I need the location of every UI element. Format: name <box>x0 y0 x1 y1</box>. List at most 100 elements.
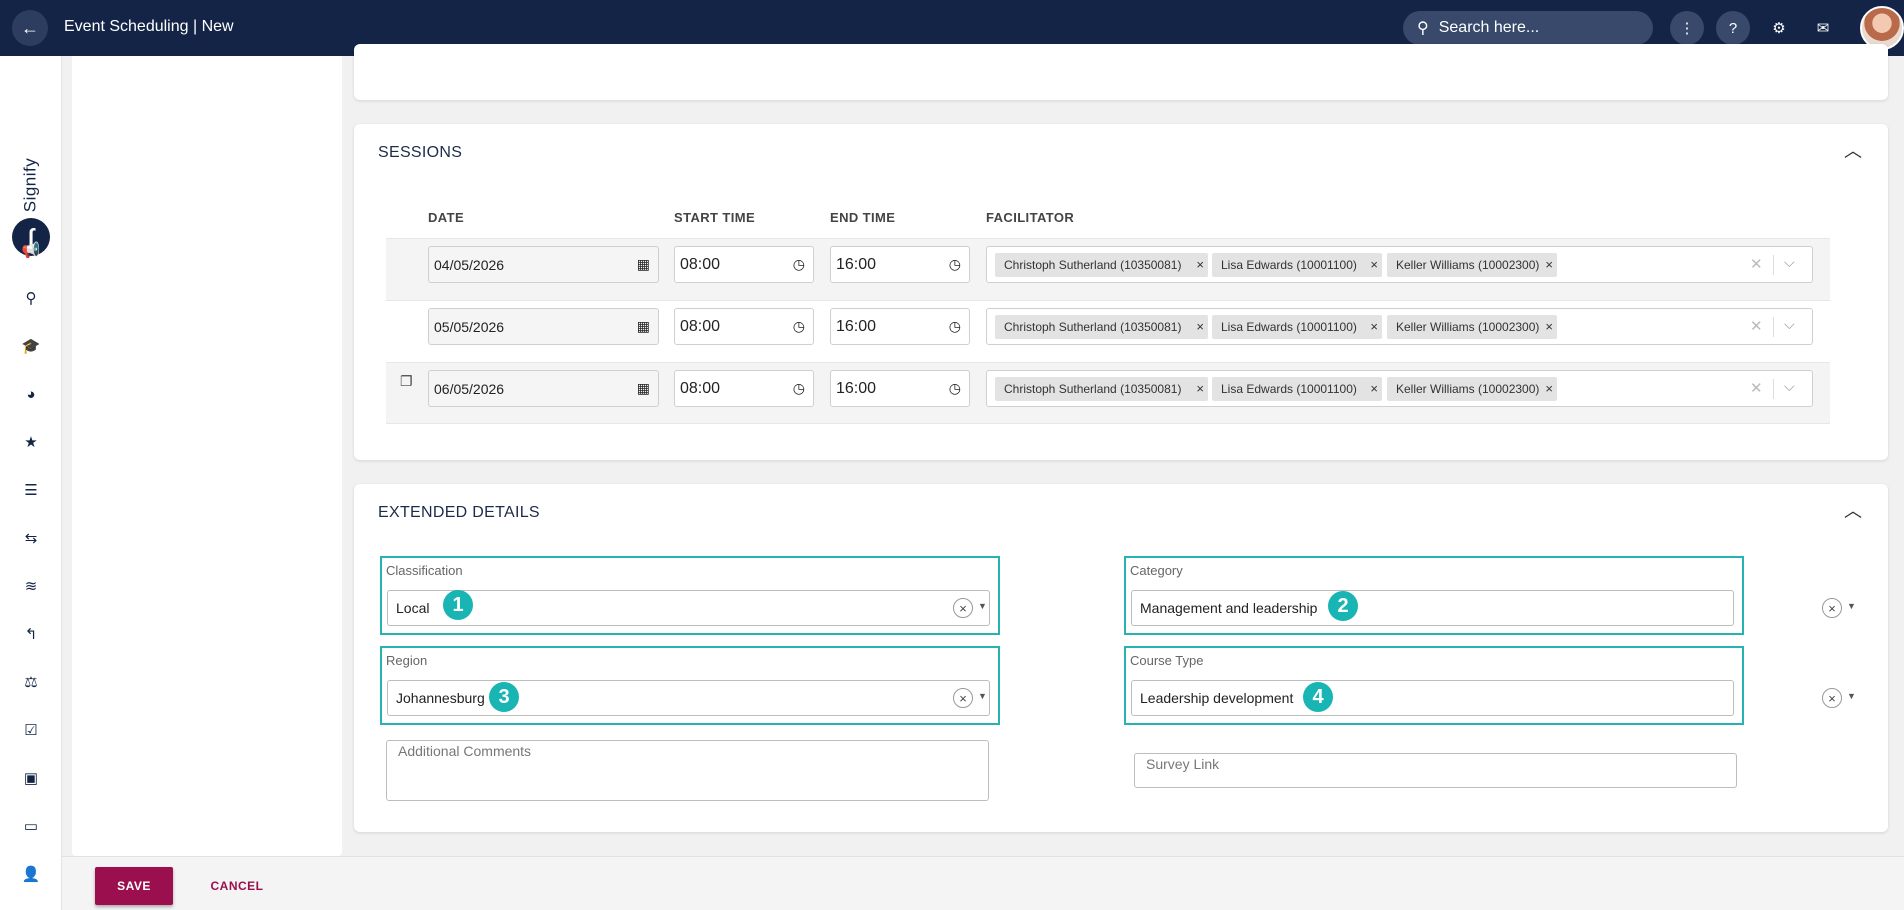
clock-icon[interactable]: ◷ <box>949 380 961 397</box>
secondary-panel <box>72 56 342 856</box>
clear-icon[interactable]: × <box>953 598 973 618</box>
start-time-input[interactable]: 08:00 ◷ <box>674 246 814 283</box>
clear-all-icon[interactable]: ✕ <box>1750 255 1763 273</box>
person-box-icon[interactable]: ▣ <box>19 766 43 790</box>
chevron-up-icon[interactable]: ︿ <box>1844 502 1862 520</box>
remove-chip-icon[interactable]: × <box>1196 319 1204 334</box>
laptop-icon[interactable]: ▭ <box>19 814 43 838</box>
course-type-select[interactable]: Leadership development × ▼ <box>1131 680 1856 716</box>
chip-label: Keller Williams (10002300) <box>1396 320 1540 334</box>
start-time-input[interactable]: 08:00 ◷ <box>674 308 814 345</box>
remove-chip-icon[interactable]: × <box>1545 319 1553 334</box>
chevron-up-icon[interactable]: ︿ <box>1844 142 1862 160</box>
calendar-icon[interactable]: ▦ <box>637 256 650 273</box>
region-select[interactable]: Johannesburg × ▼ <box>387 680 990 716</box>
clear-icon[interactable]: × <box>953 688 973 708</box>
divider <box>1773 379 1774 399</box>
handshake-icon[interactable]: ≋ <box>19 574 43 598</box>
mail-icon[interactable]: ✉ <box>1806 11 1840 45</box>
survey-link-input[interactable]: Survey Link <box>1134 753 1737 788</box>
region-label: Region <box>386 653 428 668</box>
megaphone-icon[interactable]: 📢 <box>19 238 43 262</box>
facilitator-chip: Keller Williams (10002300) × <box>1387 377 1557 401</box>
signpost-icon[interactable]: ⇆ <box>19 526 43 550</box>
calendar-icon[interactable]: ▦ <box>637 380 650 397</box>
classification-label: Classification <box>386 563 463 578</box>
classification-select[interactable]: Local × ▼ <box>387 590 990 626</box>
search-placeholder: Search here... <box>1438 19 1540 36</box>
category-label: Category <box>1130 563 1183 578</box>
cancel-button[interactable]: CANCEL <box>202 867 272 905</box>
page-title: Event Scheduling | New <box>64 18 234 35</box>
additional-comments-textarea[interactable]: Additional Comments <box>386 740 989 801</box>
facilitator-chip: Christoph Sutherland (10350081) × <box>995 315 1208 339</box>
back-arrow-icon[interactable]: ← <box>12 10 48 46</box>
remove-chip-icon[interactable]: × <box>1545 257 1553 272</box>
route-icon[interactable]: ↰ <box>19 622 43 646</box>
copy-icon[interactable]: ❐ <box>400 373 413 390</box>
clock-icon[interactable]: ◷ <box>949 256 961 273</box>
remove-chip-icon[interactable]: × <box>1370 381 1378 396</box>
end-time-value: 16:00 <box>836 379 877 397</box>
date-input[interactable]: 04/05/2026 ▦ <box>428 246 659 283</box>
facilitator-multiselect[interactable]: Christoph Sutherland (10350081) × Lisa Ed… <box>986 370 1813 407</box>
chevron-down-icon[interactable]: ⌵ <box>1784 378 1795 395</box>
date-input[interactable]: 05/05/2026 ▦ <box>428 308 659 345</box>
search-input[interactable]: ⚲ Search here... <box>1403 11 1653 45</box>
sessions-title: SESSIONS <box>378 144 463 161</box>
end-time-input[interactable]: 16:00 ◷ <box>830 246 970 283</box>
start-time-input[interactable]: 08:00 ◷ <box>674 370 814 407</box>
gauge-icon[interactable]: ◕ <box>19 382 43 406</box>
date-value: 05/05/2026 <box>434 318 505 335</box>
person-upload-icon[interactable]: ⚲ <box>19 286 43 310</box>
signify-logo: Signify <box>20 157 39 213</box>
chevron-down-icon[interactable]: ⌵ <box>1784 316 1795 333</box>
clear-icon[interactable]: × <box>1822 688 1842 708</box>
more-options-icon[interactable]: ⋮ <box>1670 11 1704 45</box>
chip-label: Lisa Edwards (10001100) <box>1221 382 1357 396</box>
clear-all-icon[interactable]: ✕ <box>1750 317 1763 335</box>
gear-icon[interactable]: ⚙ <box>1762 11 1796 45</box>
remove-chip-icon[interactable]: × <box>1545 381 1553 396</box>
remove-chip-icon[interactable]: × <box>1196 381 1204 396</box>
scales-icon[interactable]: ⚖ <box>19 670 43 694</box>
remove-chip-icon[interactable]: × <box>1370 257 1378 272</box>
chevron-down-icon[interactable]: ⌵ <box>1784 254 1795 271</box>
save-button[interactable]: SAVE <box>95 867 173 905</box>
add-user-icon[interactable]: 👤 <box>19 862 43 886</box>
column-header-end-time: END TIME <box>830 210 896 225</box>
clear-all-icon[interactable]: ✕ <box>1750 379 1763 397</box>
checkbox-icon[interactable]: ☑ <box>19 718 43 742</box>
clear-icon[interactable]: × <box>1822 598 1842 618</box>
clock-icon[interactable]: ◷ <box>793 380 805 397</box>
start-time-value: 08:00 <box>680 379 721 397</box>
sliders-icon[interactable]: ☰ <box>19 478 43 502</box>
star-icon[interactable]: ★ <box>19 430 43 454</box>
course-type-field: Course Type Leadership development × ▼ <box>1124 646 1856 725</box>
chip-label: Christoph Sutherland (10350081) <box>1004 320 1182 334</box>
remove-chip-icon[interactable]: × <box>1196 257 1204 272</box>
classification-value: Local <box>396 600 430 616</box>
clock-icon[interactable]: ◷ <box>949 318 961 335</box>
category-select[interactable]: Management and leadership × ▼ <box>1131 590 1856 626</box>
chip-label: Keller Williams (10002300) <box>1396 258 1540 272</box>
end-time-input[interactable]: 16:00 ◷ <box>830 308 970 345</box>
caret-down-icon[interactable]: ▼ <box>978 601 987 611</box>
graduation-cap-icon[interactable]: 🎓 <box>19 334 43 358</box>
facilitator-multiselect[interactable]: Christoph Sutherland (10350081) × Lisa Ed… <box>986 308 1813 345</box>
clock-icon[interactable]: ◷ <box>793 318 805 335</box>
date-input[interactable]: 06/05/2026 ▦ <box>428 370 659 407</box>
help-icon[interactable]: ? <box>1716 11 1750 45</box>
column-header-date: DATE <box>428 210 465 225</box>
remove-chip-icon[interactable]: × <box>1370 319 1378 334</box>
category-field: Category Management and leadership × ▼ <box>1124 556 1856 635</box>
calendar-icon[interactable]: ▦ <box>637 318 650 335</box>
end-time-input[interactable]: 16:00 ◷ <box>830 370 970 407</box>
facilitator-multiselect[interactable]: Christoph Sutherland (10350081) × Lisa Ed… <box>986 246 1813 283</box>
caret-down-icon[interactable]: ▼ <box>1847 691 1856 701</box>
sidebar-rail: Signify ∫ 📢 ⚲ 🎓 ◕ ★ ☰ ⇆ ≋ ↰ ⚖ ☑ ▣ ▭ 👤 <box>0 56 62 910</box>
clock-icon[interactable]: ◷ <box>793 256 805 273</box>
caret-down-icon[interactable]: ▼ <box>978 691 987 701</box>
caret-down-icon[interactable]: ▼ <box>1847 601 1856 611</box>
step-badge: 1 <box>443 590 473 620</box>
